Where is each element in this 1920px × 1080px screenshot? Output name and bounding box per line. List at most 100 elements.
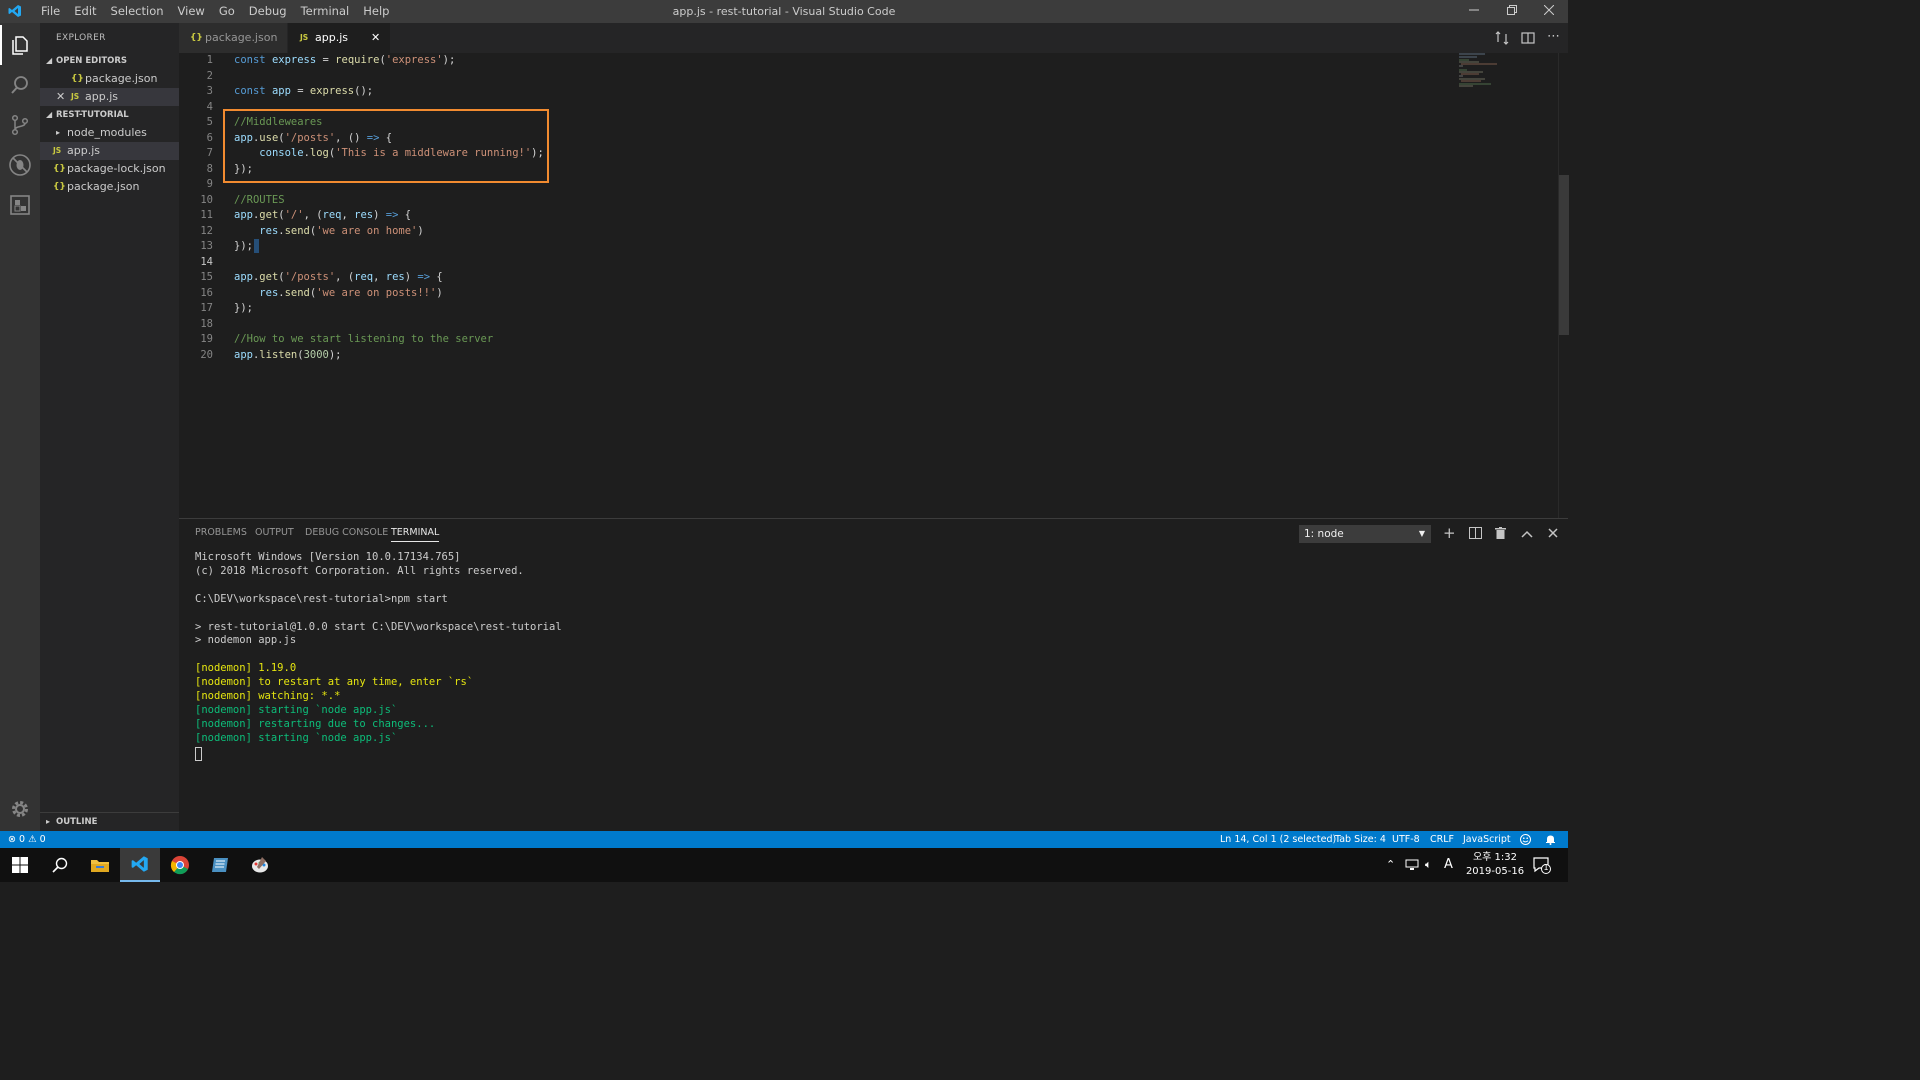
clock[interactable]: 오후 1:32 2019-05-16: [1462, 851, 1528, 879]
line-number: 11: [200, 209, 213, 221]
terminal-line: [nodemon] watching: *.*: [195, 690, 341, 702]
code-token: 'we are on home': [316, 224, 418, 237]
code-line[interactable]: app.get('/', (req, res) => {: [234, 209, 411, 221]
open-changes-icon[interactable]: [1495, 31, 1509, 48]
encoding-status[interactable]: UTF-8: [1392, 831, 1420, 848]
code-line[interactable]: const express = require('express');: [234, 54, 455, 66]
explorer-icon[interactable]: [0, 25, 40, 65]
json-file-icon: {}: [190, 33, 203, 43]
close-tab-icon[interactable]: ✕: [371, 23, 380, 53]
notes-app-icon[interactable]: [200, 848, 240, 882]
language-mode-status[interactable]: JavaScript: [1463, 831, 1511, 848]
code-line[interactable]: res.send('we are on home'): [234, 224, 424, 237]
code-line[interactable]: app.get('/posts', (req, res) => {: [234, 271, 443, 283]
open-editors-header[interactable]: ◢ OPEN EDITORS: [40, 52, 179, 70]
windows-start-icon[interactable]: [0, 848, 40, 882]
close-panel-icon[interactable]: [1548, 528, 1558, 541]
network-icon[interactable]: [1405, 859, 1419, 874]
open-editor-app-js[interactable]: ✕ JS app.js: [40, 88, 179, 106]
terminal-cursor: [195, 747, 202, 761]
tab-problems[interactable]: PROBLEMS: [195, 519, 247, 547]
code-token: '/posts': [284, 271, 336, 283]
volume-icon[interactable]: 🔈︎: [1425, 858, 1432, 872]
folder-node-modules[interactable]: ▸ node_modules: [40, 124, 179, 142]
file-package-json[interactable]: {} package.json: [40, 178, 179, 196]
vscode-taskbar-icon[interactable]: [120, 848, 160, 882]
line-number: 15: [200, 271, 213, 283]
code-token: res: [385, 271, 405, 283]
file-explorer-icon[interactable]: [80, 848, 120, 882]
taskbar-search-icon[interactable]: [40, 848, 80, 882]
file-app-js[interactable]: JS app.js: [40, 142, 179, 160]
close-icon[interactable]: ✕: [56, 88, 65, 106]
terminal-line: > rest-tutorial@1.0.0 start C:\DEV\works…: [195, 620, 562, 633]
extensions-icon[interactable]: [0, 185, 40, 225]
restore-button[interactable]: [1493, 0, 1531, 23]
maximize-panel-chevron-up-icon[interactable]: [1521, 528, 1533, 541]
code-line[interactable]: });: [234, 240, 253, 252]
code-token: =: [316, 54, 336, 66]
settings-gear-icon[interactable]: [0, 789, 40, 829]
line-number: 1: [206, 54, 213, 66]
new-terminal-plus-icon[interactable]: +: [1443, 525, 1456, 541]
code-token: req: [354, 271, 374, 283]
code-line[interactable]: });: [234, 302, 253, 314]
line-number: 2: [206, 69, 213, 82]
tab-package-json[interactable]: {} package.json: [179, 23, 287, 53]
debug-icon[interactable]: [0, 145, 40, 185]
eol-status[interactable]: CRLF: [1430, 831, 1454, 848]
split-editor-icon[interactable]: [1521, 31, 1535, 48]
line-number: 5: [206, 116, 213, 128]
minimap[interactable]: [1457, 53, 1517, 87]
input-method-indicator[interactable]: A: [1444, 857, 1453, 872]
code-token: ): [417, 224, 424, 237]
scrollbar-thumb[interactable]: [1559, 175, 1569, 335]
paint-app-icon[interactable]: [240, 848, 280, 882]
tab-debug-console[interactable]: DEBUG CONSOLE: [305, 519, 388, 547]
code-token: ): [404, 271, 418, 283]
cursor-position-status[interactable]: Ln 14, Col 1 (2 selected): [1220, 831, 1336, 848]
code-line[interactable]: res.send('we are on posts!!'): [234, 287, 442, 299]
code-token: 3000: [303, 348, 329, 361]
show-hidden-icons-chevron-icon[interactable]: ⌃: [1386, 858, 1395, 871]
chrome-icon[interactable]: [160, 848, 200, 882]
code-editor[interactable]: 1 2 3 4 5 6 7 8 9 10 11 12 13 14 15 16 17 18 19 20 const ex…: [179, 53, 1569, 518]
action-center-icon[interactable]: 1: [1533, 856, 1551, 877]
line-number: 4: [206, 100, 213, 113]
problems-status[interactable]: ⊗ 0 ⚠ 0: [8, 831, 46, 848]
line-number: 20: [200, 348, 213, 361]
tab-terminal[interactable]: TERMINAL: [391, 519, 440, 542]
editor-scrollbar[interactable]: [1558, 53, 1569, 518]
split-terminal-icon[interactable]: [1469, 527, 1482, 542]
terminal-line: [nodemon] starting `node app.js`: [195, 703, 398, 716]
code-token: , (: [303, 209, 323, 221]
code-line[interactable]: app.listen(3000);: [234, 349, 342, 361]
tab-app-js[interactable]: JS app.js ✕: [288, 23, 390, 53]
close-window-button[interactable]: [1530, 0, 1568, 23]
rest-tutorial-folder-header[interactable]: ◢ REST-TUTORIAL: [40, 106, 179, 124]
code-token: get: [259, 271, 279, 283]
text-cursor-selection: [254, 239, 259, 253]
code-line[interactable]: //ROUTES: [234, 194, 285, 206]
minimize-button[interactable]: [1455, 0, 1493, 23]
activity-bar: [0, 23, 40, 831]
file-package-lock-json[interactable]: {} package-lock.json: [40, 160, 179, 178]
line-number: 17: [200, 302, 213, 314]
more-actions-icon[interactable]: ⋯: [1547, 29, 1560, 44]
terminal-select[interactable]: 1: node ▼: [1299, 525, 1431, 543]
code-line[interactable]: //How to we start listening to the serve…: [234, 333, 493, 345]
code-token: 'express': [385, 54, 443, 66]
trash-icon[interactable]: [1495, 527, 1506, 542]
source-control-icon[interactable]: [0, 105, 40, 145]
search-icon[interactable]: [0, 65, 40, 105]
outline-header[interactable]: ▸ OUTLINE: [40, 812, 179, 831]
tab-output[interactable]: OUTPUT: [255, 519, 294, 547]
tab-size-status[interactable]: Tab Size: 4: [1335, 831, 1386, 848]
clock-time: 오후 1:32: [1472, 852, 1518, 863]
code-token: =>: [385, 209, 399, 221]
terminal-line: > nodemon app.js: [195, 634, 297, 647]
code-line[interactable]: const app = express();: [234, 85, 373, 97]
open-editor-package-json[interactable]: {} package.json: [40, 70, 179, 88]
code-token: );: [328, 348, 342, 361]
